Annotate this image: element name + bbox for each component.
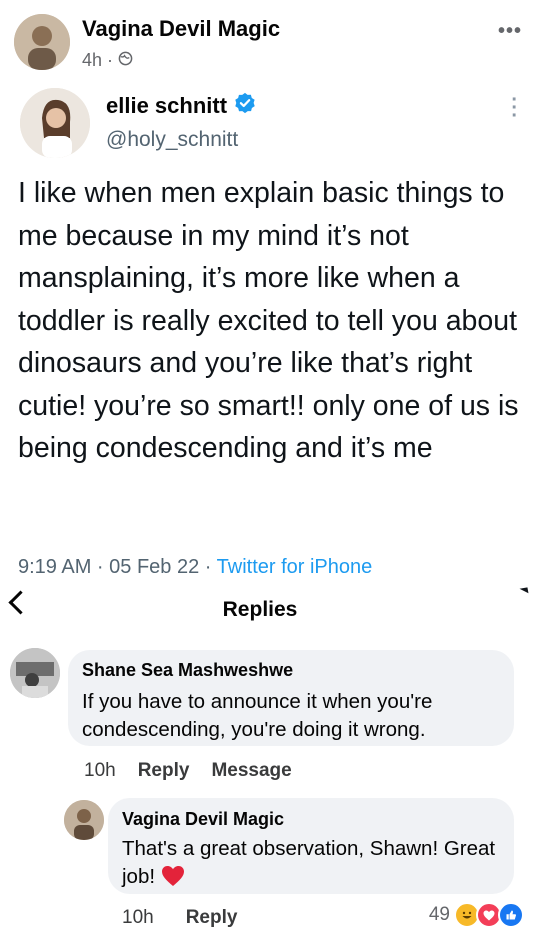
tweet-text: I like when men explain basic things to … [18, 177, 519, 464]
reply-author-name[interactable]: Vagina Devil Magic [122, 809, 284, 830]
tweet-author-avatar [20, 88, 90, 158]
reply-actions: 10h Reply [122, 907, 237, 929]
post-meta: 4h · [82, 50, 133, 71]
like-reaction-icon [498, 902, 524, 928]
reaction-count: 49 [428, 904, 450, 925]
tweet-author-name-text: ellie schnitt [106, 93, 228, 118]
message-button[interactable]: Message [211, 760, 291, 782]
crop-corner-icon [519, 587, 529, 595]
comment-actions: 10h Reply Message [84, 760, 292, 782]
reply-author-avatar[interactable] [64, 800, 104, 840]
reply-time[interactable]: 10h [122, 907, 154, 929]
reaction-summary[interactable]: 49 [429, 902, 524, 928]
post-author-name[interactable]: Vagina Devil Magic [82, 16, 280, 42]
commenter-avatar[interactable] [10, 648, 60, 698]
more-horizontal-icon[interactable]: ••• [498, 20, 522, 43]
tweet-source: Twitter for iPhone [216, 556, 373, 578]
comment-author-name[interactable]: Shane Sea Mashweshwe [82, 660, 293, 681]
tweet-footer: 9:19 AM · 05 Feb 22 · Twitter for iPhone [18, 556, 372, 579]
replies-title: Replies [222, 598, 298, 621]
globe-icon [118, 50, 133, 71]
red-heart-icon [161, 865, 185, 888]
comment-text: If you have to announce it when you're c… [82, 690, 433, 741]
tweet-time: 9:19 AM · 05 Feb 22 · [18, 556, 217, 578]
post-time[interactable]: 4h · [82, 50, 113, 71]
more-vertical-icon: · · · [511, 89, 518, 127]
reply-button[interactable]: Reply [186, 907, 238, 929]
verified-badge-icon [234, 92, 256, 120]
reply-button[interactable]: Reply [138, 760, 190, 782]
tweet-author-handle: @holy_schnitt [106, 128, 239, 151]
tweet-author-name: ellie schnitt [106, 92, 256, 120]
post-author-avatar[interactable] [14, 14, 70, 70]
reply-text: That's a great observation, Shawn! Great… [122, 835, 502, 891]
comment-time[interactable]: 10h [84, 760, 116, 782]
